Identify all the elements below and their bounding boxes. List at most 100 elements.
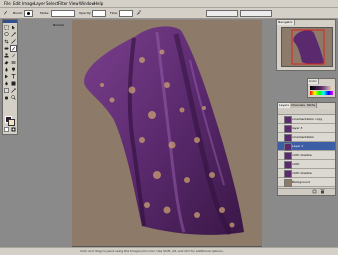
dodge-tool-icon[interactable] (11, 67, 16, 72)
layer-name: cloth shadow (292, 153, 312, 157)
navigator-tab[interactable]: Navigator (277, 20, 295, 25)
mode-select[interactable]: Normal (51, 10, 75, 27)
layer-name: Layer 1 (292, 144, 304, 148)
menu-view[interactable]: View (69, 0, 79, 7)
blur-tool-icon[interactable] (4, 67, 9, 72)
navigator-preview[interactable] (281, 27, 333, 67)
layer-thumbnail (284, 125, 292, 133)
slice-tool-icon[interactable] (11, 39, 16, 44)
magic-wand-tool-icon[interactable] (11, 32, 16, 37)
layer-name: ornamentation (292, 135, 315, 139)
layer-thumbnail (284, 143, 292, 151)
layer-name: ornamentation copy (292, 117, 323, 121)
file-browser-button[interactable] (206, 10, 238, 17)
opacity-field[interactable]: 100% (92, 10, 106, 27)
notes-tool-icon[interactable] (4, 88, 9, 93)
layer-thumbnail (284, 116, 292, 124)
layer-name: cloth shadow (292, 171, 312, 175)
clone-stamp-tool-icon[interactable] (4, 53, 9, 58)
flow-label: Flow: (110, 11, 118, 15)
layer-thumbnail (284, 161, 292, 169)
layer-name: cloth (292, 162, 300, 166)
document-canvas[interactable] (72, 20, 262, 246)
layer-thumbnail (284, 152, 292, 160)
marquee-tool-icon[interactable] (4, 25, 9, 30)
layers-footer (278, 188, 335, 195)
layer-row[interactable]: cloth (278, 160, 335, 177)
opacity-label: Opacity: (79, 11, 92, 15)
brush-tool-icon[interactable] (10, 45, 17, 52)
eraser-tool-icon[interactable] (4, 60, 9, 65)
mode-label: Mode: (40, 11, 50, 15)
pen-tool-icon[interactable] (4, 81, 9, 86)
menu-filter[interactable]: Filter (58, 0, 68, 7)
menu-window[interactable]: Window (79, 0, 95, 7)
flow-field[interactable]: 100% (119, 10, 133, 27)
zoom-tool-icon[interactable] (11, 95, 16, 100)
menu-help[interactable]: Help (94, 0, 103, 7)
color-ramp[interactable] (310, 86, 333, 90)
history-brush-tool-icon[interactable] (11, 53, 16, 58)
visibility-eye-icon[interactable] (279, 144, 282, 159)
layer-row[interactable]: Background (278, 178, 335, 195)
type-tool-icon[interactable] (11, 74, 16, 79)
layer-thumbnail (284, 179, 292, 187)
standard-mode-icon[interactable] (4, 127, 9, 132)
healing-brush-tool-icon[interactable] (4, 46, 9, 51)
gradient-tool-icon[interactable] (11, 60, 16, 65)
layer-row[interactable]: Layer 1 (278, 142, 335, 159)
layer-row[interactable]: cloth shadow (278, 151, 335, 168)
paths-tab[interactable]: Paths (306, 103, 318, 108)
color-panel: Color (307, 78, 336, 98)
visibility-eye-icon[interactable] (279, 126, 282, 141)
move-tool-icon[interactable] (11, 25, 16, 30)
new-layer-icon[interactable] (312, 189, 317, 194)
mode-value: Normal (53, 23, 64, 27)
brush-label: Brush: (13, 11, 23, 15)
visibility-eye-icon[interactable] (279, 135, 282, 150)
layer-list: ornamentation copy layer 3 ornamentation La… (278, 115, 335, 195)
layer-name: layer 3 (292, 126, 303, 130)
layer-thumbnail (284, 170, 292, 178)
draped-cloth-artwork (84, 26, 244, 236)
lasso-tool-icon[interactable] (4, 32, 9, 37)
quick-mask-mode-icon[interactable] (11, 127, 16, 132)
toolbox-title-bar[interactable] (3, 20, 17, 23)
menu-select[interactable]: Select (46, 0, 58, 7)
visibility-eye-icon[interactable] (279, 171, 282, 186)
brush-tool-preset-icon[interactable] (3, 10, 8, 15)
visibility-eye-icon[interactable] (279, 180, 282, 195)
eyedropper-tool-icon[interactable] (11, 88, 16, 93)
shape-tool-icon[interactable] (11, 81, 16, 86)
brush-picker[interactable] (24, 10, 33, 17)
visibility-eye-icon[interactable] (279, 153, 282, 168)
layers-panel: Layers Channels Paths ornamentation copy… (277, 102, 336, 196)
visibility-eye-icon[interactable] (279, 162, 282, 177)
trash-icon[interactable] (320, 189, 325, 194)
menu-layer[interactable]: Layer (34, 0, 45, 7)
menu-edit[interactable]: Edit (13, 0, 21, 7)
hand-tool-icon[interactable] (4, 95, 9, 100)
menu-bar: File Edit Image Layer Select Filter View… (0, 0, 338, 8)
airbrush-icon[interactable] (136, 10, 141, 15)
palette-well[interactable] (240, 10, 272, 17)
path-selection-tool-icon[interactable] (4, 74, 9, 79)
color-spectrum[interactable] (310, 91, 333, 95)
channels-tab[interactable]: Channels (290, 103, 307, 108)
layer-row[interactable]: cloth shadow (278, 169, 335, 186)
visibility-eye-icon[interactable] (279, 117, 282, 132)
toolbox (2, 19, 18, 135)
layer-row[interactable]: layer 3 (278, 124, 335, 141)
options-bar: Brush: Mode: Normal Opacity: 100% Flow: … (0, 8, 338, 27)
layer-row[interactable]: ornamentation copy (278, 115, 335, 132)
navigator-panel: Navigator (276, 19, 336, 71)
background-color-swatch[interactable] (8, 119, 15, 126)
menu-file[interactable]: File (4, 0, 11, 7)
layer-thumbnail (284, 134, 292, 142)
crop-tool-icon[interactable] (4, 39, 9, 44)
layer-row[interactable]: ornamentation (278, 133, 335, 150)
menu-image[interactable]: Image (22, 0, 35, 7)
navigator-thumbnail (291, 29, 325, 65)
layers-tab[interactable]: Layers (278, 103, 291, 108)
color-tab[interactable]: Color (308, 79, 319, 84)
